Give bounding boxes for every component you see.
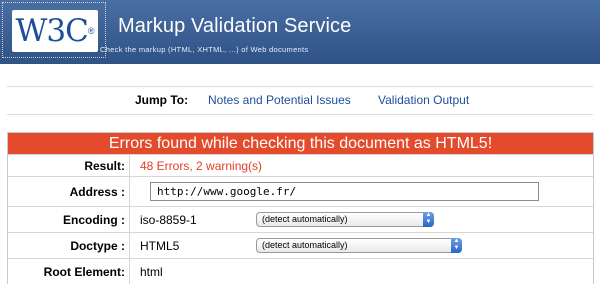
address-label: Address : xyxy=(8,177,130,206)
encoding-select[interactable]: (detect automatically) ▲ ▼ xyxy=(256,212,434,227)
error-header: Errors found while checking this documen… xyxy=(8,133,593,154)
results-table: Errors found while checking this documen… xyxy=(7,132,594,284)
encoding-row: Encoding : iso-8859-1 (detect automatica… xyxy=(8,206,593,232)
page-tagline: Check the markup (HTML, XHTML, ...) of W… xyxy=(100,45,309,54)
doctype-value: HTML5 xyxy=(140,238,180,253)
page-title: Markup Validation Service xyxy=(118,15,352,37)
jump-to-label: Jump To: xyxy=(135,93,189,107)
address-row: Address : xyxy=(8,176,593,206)
doctype-label: Doctype : xyxy=(8,233,130,258)
address-input[interactable] xyxy=(150,182,539,201)
validation-output-link[interactable]: Validation Output xyxy=(378,93,469,107)
select-arrows-icon: ▲ ▼ xyxy=(451,238,462,253)
jump-to-bar: Jump To: Notes and Potential Issues Vali… xyxy=(7,86,593,115)
encoding-value: iso-8859-1 xyxy=(140,212,197,227)
encoding-label: Encoding : xyxy=(8,207,130,232)
w3c-logo: W3C ® xyxy=(12,10,98,52)
root-element-value: html xyxy=(140,264,163,279)
w3c-logo-text: W3C xyxy=(15,12,89,49)
root-element-label: Root Element: xyxy=(8,259,130,284)
doctype-select-label: (detect automatically) xyxy=(262,240,348,250)
header-banner: W3C ® Markup Validation Service Check the… xyxy=(0,0,600,64)
root-element-row: Root Element: html xyxy=(8,258,593,284)
doctype-row: Doctype : HTML5 (detect automatically) ▲… xyxy=(8,232,593,258)
w3c-logo-link[interactable]: W3C ® xyxy=(2,2,106,58)
notes-link[interactable]: Notes and Potential Issues xyxy=(208,93,351,107)
result-value: 48 Errors, 2 warning(s) xyxy=(140,158,263,173)
result-row: Result: 48 Errors, 2 warning(s) xyxy=(8,154,593,176)
encoding-select-label: (detect automatically) xyxy=(262,214,348,224)
registered-mark: ® xyxy=(87,26,95,36)
select-arrows-icon: ▲ ▼ xyxy=(423,212,434,227)
doctype-select[interactable]: (detect automatically) ▲ ▼ xyxy=(256,238,462,253)
result-label: Result: xyxy=(8,155,130,176)
